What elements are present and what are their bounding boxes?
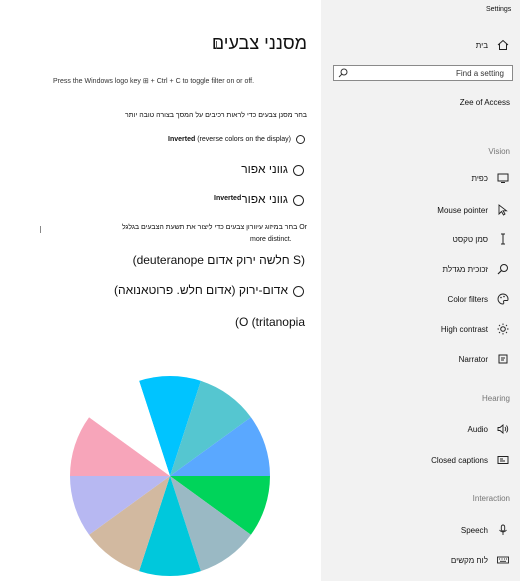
option-deuteranope-label[interactable]: (S חלשה ירוק אדום deuteranope) (133, 253, 305, 267)
blindness-text-line1: Or בחר במיזוג עיוורון צבעים כדי ליצור את… (121, 224, 307, 231)
section-interaction: Interaction (472, 494, 510, 503)
option-inverted-desc: (reverse colors on the display) (195, 136, 291, 143)
sidebar-home[interactable]: בית (476, 36, 510, 54)
title-caret (216, 41, 217, 49)
text-cursor-icon (496, 232, 510, 246)
sidebar-item-color-filters[interactable]: Color filters (448, 290, 510, 308)
display-icon (496, 171, 510, 185)
radio-inverted[interactable] (296, 135, 305, 144)
sidebar-item-label: Narrator (458, 354, 488, 364)
magnifier-icon (496, 262, 510, 276)
speaker-icon (496, 422, 510, 436)
shortcut-hint: Press the Windows logo key ⊞ + Ctrl + C … (53, 78, 255, 85)
sidebar-item-closed-captions[interactable]: Closed captions (431, 451, 510, 469)
sidebar-item-mouse-pointer[interactable]: Mouse pointer (437, 201, 510, 219)
sidebar-item-label: Mouse pointer (437, 205, 488, 215)
mouse-pointer-icon (496, 203, 510, 217)
sidebar-item-speech[interactable]: Speech (461, 521, 510, 539)
radio-protanope[interactable] (293, 286, 304, 297)
option-grayscale-label: גווני אפור (241, 162, 288, 176)
sidebar-item-label: Color filters (447, 294, 488, 304)
sidebar-item-label: Speech (460, 525, 488, 535)
keyboard-icon (496, 553, 510, 567)
sidebar-item-narrator[interactable]: Narrator (459, 350, 510, 368)
captions-icon (496, 453, 510, 467)
color-wheel-chart (70, 376, 270, 576)
narrator-icon (496, 352, 510, 366)
sidebar-item-magnifier[interactable]: זכוכית מגדלת (443, 260, 511, 278)
search-icon (338, 68, 348, 78)
sidebar-item-label: לוח מקשים (450, 555, 488, 565)
sidebar-item-label: Audio (467, 424, 488, 434)
main-pane: מסנני צבעים Press the Windows logo key ⊞… (0, 0, 321, 581)
search-placeholder: Find a setting (455, 69, 504, 78)
sidebar-home-label: בית (475, 40, 488, 50)
option-grayscale-inverted-label: גווני אפור (241, 192, 288, 206)
option-protanope-label: אדום-ירוק (אדום חלש. פרוטאנואה) (114, 283, 288, 297)
search-input[interactable]: Find a setting (333, 65, 513, 81)
sidebar-item-display[interactable]: כפית (471, 169, 510, 187)
sidebar-item-label: סמן טקסט (452, 234, 488, 244)
window-title: Settings (486, 6, 512, 13)
radio-grayscale[interactable] (293, 165, 304, 176)
sidebar-item-text-cursor[interactable]: סמן טקסט (453, 230, 510, 248)
microphone-icon (496, 523, 510, 537)
section-hearing: Hearing (481, 394, 510, 403)
option-inverted-bold: Inverted (168, 136, 196, 143)
option-inverted-label: Inverted (reverse colors on the display) (168, 136, 291, 143)
sidebar-item-high-contrast[interactable]: High contrast (441, 320, 510, 338)
option-tritanope-label[interactable]: (O (tritanopia (235, 315, 305, 329)
brightness-icon (496, 322, 510, 336)
ease-of-access-heading: Zee of Access (459, 98, 510, 107)
choose-filter-text: בחר מסנן צבעים כדי לראות רכיבים על המסך … (125, 112, 307, 119)
blindness-text-line2: more distinct. (250, 236, 292, 243)
palette-icon (496, 292, 510, 306)
page-title: מסנני צבעים (211, 33, 307, 53)
option-grayscale-inverted-overlay: Inverted (213, 195, 243, 202)
text-cursor-mark (40, 226, 41, 233)
sidebar-item-label: High contrast (440, 324, 488, 334)
section-vision: Vision (488, 147, 510, 156)
home-icon (496, 38, 510, 52)
radio-grayscale-inverted[interactable] (293, 195, 304, 206)
sidebar-item-label: Closed captions (431, 455, 488, 465)
sidebar-item-label: כפית (471, 173, 488, 183)
sidebar-item-keyboard[interactable]: לוח מקשים (451, 551, 510, 569)
sidebar-item-audio[interactable]: Audio (468, 420, 510, 438)
sidebar-item-label: זכוכית מגדלת (442, 264, 489, 274)
